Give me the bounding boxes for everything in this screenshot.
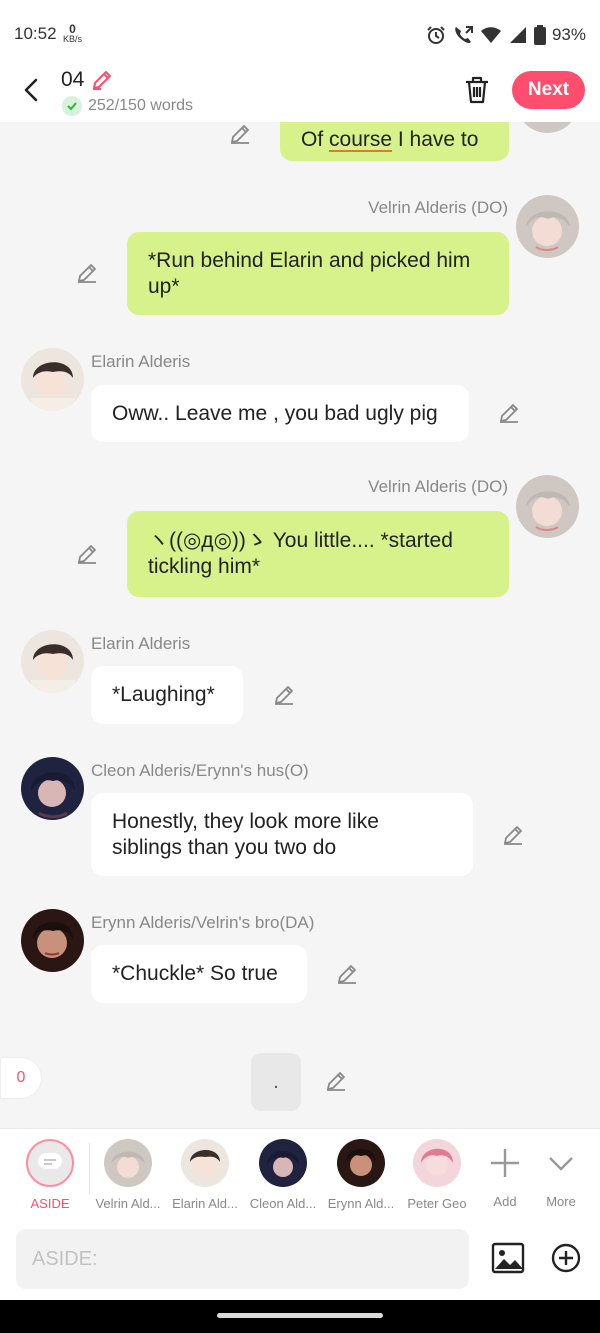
trash-icon[interactable]: [462, 74, 492, 106]
edit-icon[interactable]: [497, 401, 521, 425]
signal-icon: [509, 27, 526, 43]
next-button[interactable]: Next: [512, 71, 585, 109]
sender-name: Elarin Alderis: [91, 352, 191, 371]
add-label: Add: [493, 1194, 517, 1209]
message-text: Oww.. Leave me , you bad ugly pig: [112, 401, 438, 425]
character-label: Cleon Ald...: [249, 1196, 317, 1211]
character-erynn[interactable]: Erynn Ald...: [324, 1139, 398, 1211]
avatar[interactable]: [21, 348, 84, 411]
sender-name: Velrin Alderis (DO): [368, 198, 508, 217]
character-bar: ASIDE Velrin Ald... Elarin Ald... Cleon …: [0, 1128, 600, 1220]
message-text: *Laughing*: [112, 683, 215, 706]
avatar[interactable]: [516, 122, 579, 133]
message-text: *Chuckle* So true: [112, 962, 278, 985]
net-speed: 0 KB/s: [63, 22, 83, 44]
avatar: [337, 1139, 385, 1187]
aside-icon: [26, 1139, 74, 1187]
more-label: More: [546, 1194, 576, 1209]
net-speed-unit: KB/s: [63, 34, 83, 44]
edit-icon[interactable]: [75, 542, 99, 566]
character-label: Elarin Ald...: [172, 1196, 238, 1211]
avatar: [104, 1139, 152, 1187]
message-bubble[interactable]: Honestly, they look more like siblings t…: [91, 793, 473, 876]
edit-icon[interactable]: [335, 962, 359, 986]
divider: [89, 1143, 90, 1195]
avatar: [259, 1139, 307, 1187]
edit-icon[interactable]: [75, 261, 99, 285]
message-bubble[interactable]: *Chuckle* So true: [91, 945, 307, 1003]
aside-message-bubble[interactable]: .: [251, 1053, 301, 1111]
chapter-number: 04: [61, 68, 85, 91]
avatar: [181, 1139, 229, 1187]
home-indicator[interactable]: [217, 1313, 383, 1318]
unread-count-badge[interactable]: 0: [0, 1057, 42, 1099]
message-text: *Run behind Elarin and picked him up*: [148, 248, 471, 298]
header: 04 252/150 words Next: [0, 62, 600, 122]
add-character-button[interactable]: Add: [478, 1139, 532, 1209]
message-bubble[interactable]: *Run behind Elarin and picked him up*: [127, 232, 509, 315]
character-label: Peter Geo: [407, 1196, 467, 1211]
message-text: ヽ((◎д◎))ゝ You little.... *started tickli…: [148, 529, 453, 578]
edit-icon[interactable]: [272, 683, 296, 707]
check-icon: [62, 96, 82, 116]
avatar[interactable]: [21, 630, 84, 693]
avatar: [413, 1139, 461, 1187]
pencil-icon[interactable]: [90, 68, 114, 92]
back-arrow-icon[interactable]: [18, 74, 46, 106]
message-input[interactable]: [16, 1229, 469, 1289]
character-label: Velrin Ald...: [95, 1196, 161, 1211]
edit-icon[interactable]: [501, 823, 525, 847]
character-elarin[interactable]: Elarin Ald...: [168, 1139, 242, 1211]
more-button[interactable]: More: [534, 1139, 588, 1209]
message-text: Honestly, they look more like siblings t…: [112, 809, 379, 859]
edit-icon[interactable]: [324, 1069, 348, 1093]
character-aside[interactable]: ASIDE: [13, 1139, 87, 1211]
message-bubble[interactable]: Of course I have to: [280, 122, 509, 161]
sender-name: Velrin Alderis (DO): [368, 477, 508, 496]
avatar[interactable]: [21, 757, 84, 820]
message-text: Of course I have to: [301, 127, 479, 151]
plus-icon: [491, 1149, 519, 1177]
call-icon: [455, 26, 473, 43]
message-bubble[interactable]: *Laughing*: [91, 666, 243, 724]
system-nav-bar: [0, 1300, 600, 1333]
word-count: 252/150 words: [62, 96, 193, 116]
image-icon[interactable]: [491, 1242, 525, 1274]
character-cleon[interactable]: Cleon Ald...: [246, 1139, 320, 1211]
battery-level: 93%: [551, 25, 586, 44]
chevron-down-icon: [549, 1157, 573, 1171]
wifi-icon: [480, 27, 501, 43]
battery-icon: [533, 25, 546, 45]
character-velrin[interactable]: Velrin Ald...: [91, 1139, 165, 1211]
chapter-title[interactable]: 04: [61, 68, 114, 92]
avatar[interactable]: [516, 195, 579, 258]
alarm-icon: [427, 26, 445, 44]
net-speed-value: 0: [69, 22, 76, 36]
sender-name: Erynn Alderis/Velrin's bro(DA): [91, 913, 315, 932]
status-icons: 93%: [426, 24, 586, 46]
avatar[interactable]: [21, 909, 84, 972]
avatar[interactable]: [516, 475, 579, 538]
status-bar: 10:52 0 KB/s 93%: [0, 0, 600, 62]
status-time: 10:52: [14, 24, 57, 43]
edit-icon[interactable]: [228, 122, 252, 146]
sender-name: Elarin Alderis: [91, 634, 191, 653]
input-bar: [0, 1220, 600, 1300]
message-bubble[interactable]: ヽ((◎д◎))ゝ You little.... *started tickli…: [127, 511, 509, 597]
add-circle-icon[interactable]: [550, 1242, 582, 1274]
sender-name: Cleon Alderis/Erynn's hus(O): [91, 761, 309, 780]
character-peter[interactable]: Peter Geo: [402, 1139, 472, 1211]
character-label: Erynn Ald...: [327, 1196, 395, 1211]
chat-area[interactable]: Of course I have to Velrin Alderis (DO) …: [0, 122, 600, 1128]
message-bubble[interactable]: Oww.. Leave me , you bad ugly pig: [91, 385, 469, 442]
word-count-text: 252/150 words: [88, 97, 193, 114]
character-label: ASIDE: [30, 1196, 70, 1211]
